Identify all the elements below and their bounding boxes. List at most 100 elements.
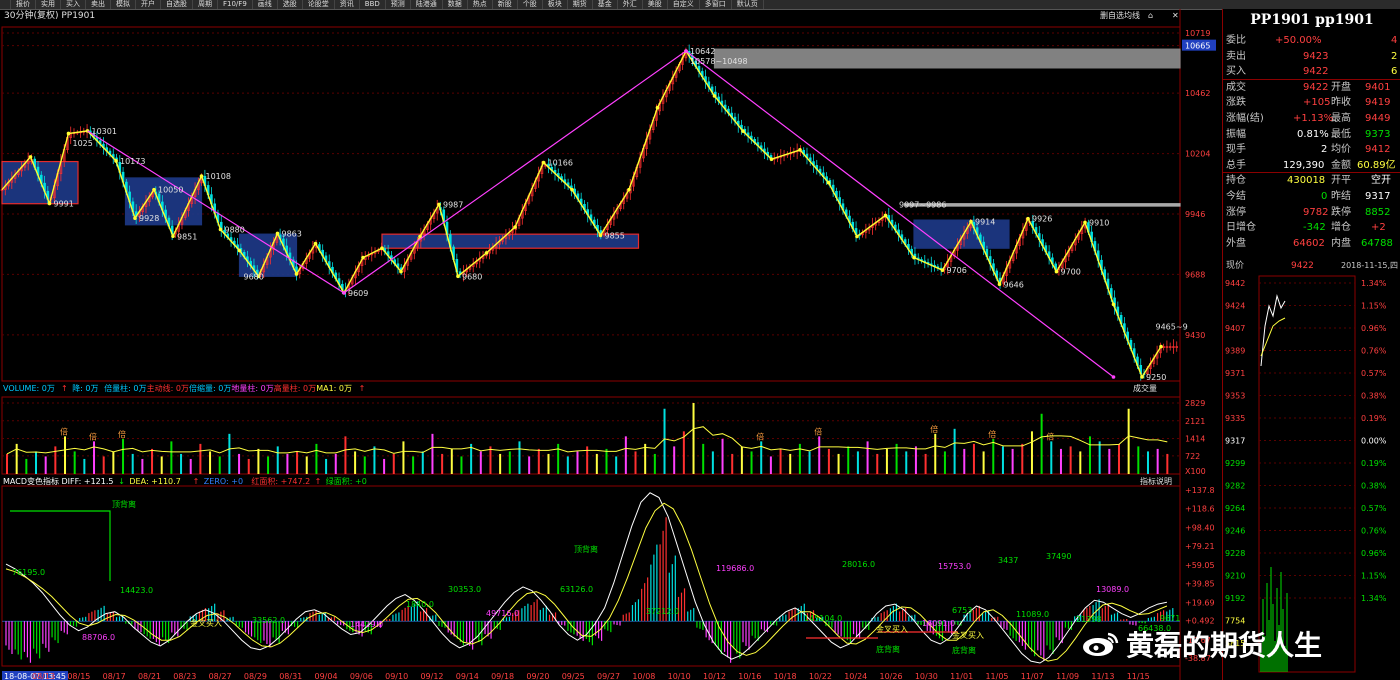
toolbar-item[interactable]: 新股	[493, 0, 518, 9]
mini-left-tick: 9299	[1225, 459, 1245, 468]
price-tick: 10462	[1185, 89, 1210, 98]
toolbar-item[interactable]: 周期	[193, 0, 218, 9]
volume-bar	[1166, 453, 1169, 474]
volume-legend-item: 主动线: 0万	[147, 383, 189, 393]
volume-legend-item: VOLUME: 0万	[3, 384, 55, 393]
volume-bar	[189, 458, 192, 474]
trend-point	[380, 246, 384, 251]
volume-tick: 2121	[1185, 417, 1205, 426]
trend-point	[437, 202, 441, 207]
toolbar-item[interactable]: 个股	[518, 0, 543, 9]
volume-bar	[479, 451, 482, 474]
toolbar-item[interactable]: 数据	[443, 0, 468, 9]
quote-cell: 委比	[1226, 35, 1246, 46]
quote-row: 振幅 0.81% 最低 9373	[1223, 127, 1400, 142]
toolbar-item[interactable]: 实用	[36, 0, 61, 9]
x-tick: 08/23	[173, 672, 196, 680]
mini-right-tick: 0.38%	[1361, 392, 1387, 401]
volume-bar	[1098, 441, 1101, 474]
macd-annotation: 14429.0	[350, 620, 383, 629]
macd-annotation: 88706.0	[82, 633, 115, 642]
volume-bar	[808, 451, 811, 474]
toolbar-item[interactable]: 板块	[543, 0, 568, 9]
quote-cell: 卖出	[1226, 50, 1246, 62]
volume-bar	[373, 446, 376, 474]
toolbar-item[interactable]: 陆港通	[411, 0, 443, 9]
volume-bar	[972, 443, 975, 474]
quote-cell: 空开	[1371, 175, 1391, 187]
trend-point	[171, 234, 175, 239]
toolbar-item[interactable]: 默认页	[732, 0, 764, 9]
price-annotation: 9910	[1089, 218, 1109, 227]
toolbar-item[interactable]: 论股堂	[303, 0, 335, 9]
trend-point	[855, 234, 859, 239]
macd-annotation: 13089.0	[1096, 585, 1129, 594]
quote-cell: 9401	[1365, 81, 1391, 93]
macd-legend-item: 红面积: +747.2	[251, 476, 310, 486]
toolbar-item[interactable]: 外汇	[618, 0, 643, 9]
quote-row: 买入 9422 6	[1223, 64, 1400, 79]
volume-legend-item: 倍量柱: 0万	[104, 383, 146, 393]
volume-bar	[83, 458, 86, 474]
x-tick: 10/26	[880, 672, 903, 680]
volume-bar	[44, 456, 47, 474]
quote-row: 成交 9422 开盘 9401	[1223, 80, 1400, 95]
toolbar-item[interactable]: BBD	[360, 0, 386, 9]
toolbar-item[interactable]: 自选股	[161, 0, 193, 9]
price-annotation: 9928	[139, 214, 159, 223]
toolbar-item[interactable]: 资讯	[335, 0, 360, 9]
toolbar-item[interactable]: 模拟	[111, 0, 136, 9]
toolbar-item[interactable]: 开户	[136, 0, 161, 9]
volume-tick: 722	[1185, 452, 1200, 461]
macd-annotation: 6753	[952, 606, 972, 615]
toolbar-item[interactable]: 自定义	[668, 0, 700, 9]
trend-point	[798, 148, 802, 152]
macd-annotation: 16091.0	[922, 619, 955, 628]
toolbar-item[interactable]: 选股	[278, 0, 303, 9]
volume-bar	[837, 453, 840, 474]
toolbar-item[interactable]: 热点	[468, 0, 493, 9]
toolbar-item[interactable]: 画线	[253, 0, 278, 9]
toolbar-item[interactable]: 卖出	[86, 0, 111, 9]
volume-bar	[876, 453, 879, 474]
quote-row: 涨停 9782 跌停 8852	[1223, 205, 1400, 220]
volume-tick: 2829	[1185, 399, 1205, 408]
macd-tick: +19.69	[1185, 598, 1215, 607]
trend-point	[399, 269, 403, 274]
price-annotation: 9987	[443, 200, 463, 209]
price-annotation: 9855	[605, 231, 625, 240]
quote-cell: 现手	[1226, 144, 1246, 156]
weibo-logo-icon	[1083, 632, 1119, 656]
toolbar-item[interactable]: 期货	[568, 0, 593, 9]
price-annotation: 9646	[1004, 280, 1024, 289]
x-tick: 10/24	[844, 672, 867, 680]
mini-left-tick: 9246	[1225, 527, 1245, 536]
toolbar-item[interactable]: 基金	[593, 0, 618, 9]
quote-row: 涨幅(结) +1.13% 最高 9449	[1223, 111, 1400, 126]
mini-left-tick: 9389	[1225, 347, 1245, 356]
volume-bar	[779, 448, 782, 474]
volume-bar	[721, 438, 724, 474]
volume-bar	[218, 456, 221, 474]
quote-cell: 昨收	[1331, 97, 1351, 109]
volume-bar	[35, 451, 38, 474]
volume-bar	[276, 446, 279, 474]
trend-point	[199, 174, 204, 178]
trend-point	[570, 187, 574, 192]
volume-unit: X100	[1185, 467, 1206, 476]
toolbar-item[interactable]: 美股	[643, 0, 668, 9]
toolbar-item[interactable]: F10/F9	[218, 0, 253, 9]
toolbar-item[interactable]: 报价	[11, 0, 36, 9]
quote-cell: 成交	[1226, 81, 1246, 93]
volume-bar	[131, 453, 134, 474]
volume-double-label: 倍	[988, 429, 996, 439]
toolbar-item[interactable]	[0, 0, 11, 9]
toolbar-item[interactable]: 买入	[61, 0, 86, 9]
quote-row: 总手 129,390 金额 60.89亿	[1223, 158, 1400, 173]
toolbar-item[interactable]: 多窗口	[700, 0, 732, 9]
quote-cell: 6	[1391, 66, 1398, 78]
volume-bar	[595, 453, 598, 474]
chart-header-button: 删自选	[1100, 10, 1124, 20]
toolbar-item[interactable]: 预测	[386, 0, 411, 9]
quote-cell: 持仓	[1226, 175, 1246, 187]
